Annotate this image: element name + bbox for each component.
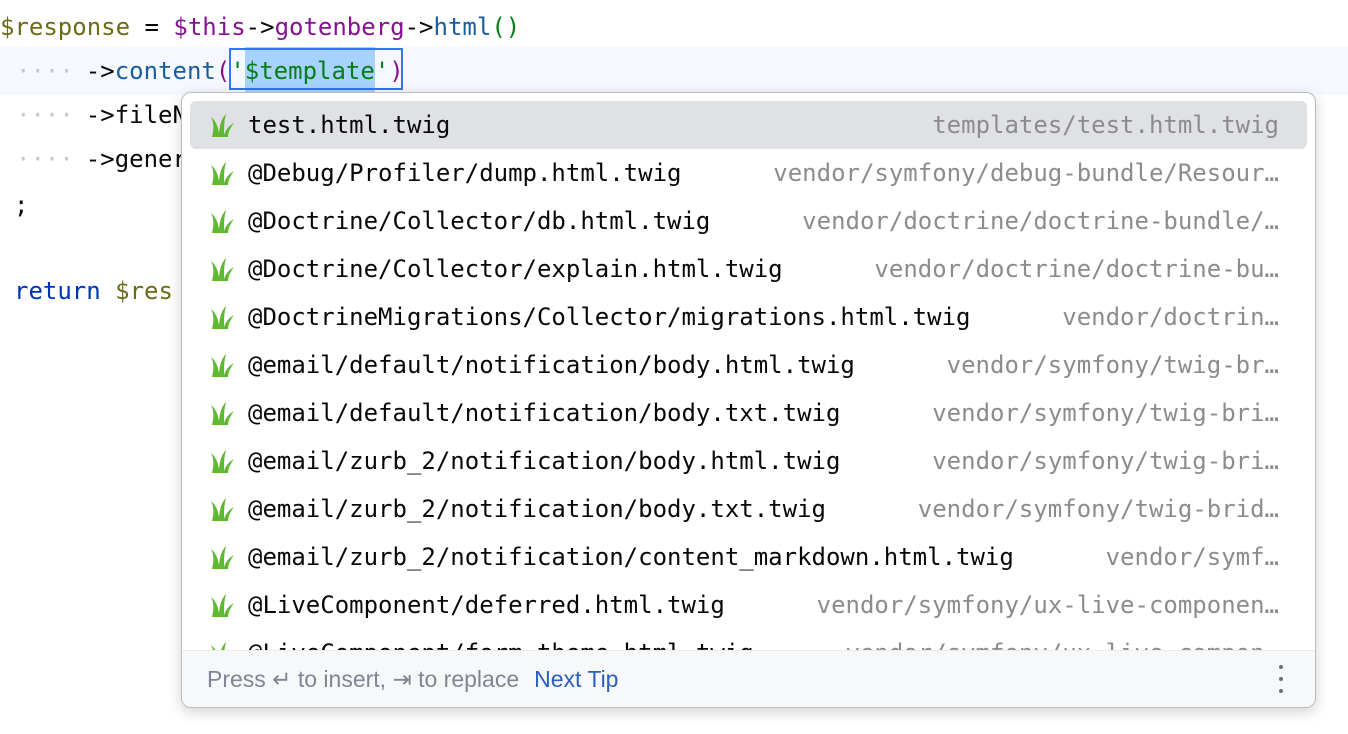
completion-item[interactable]: @email/zurb_2/notification/content_markd…	[190, 533, 1307, 581]
parentheses: ()	[491, 13, 521, 41]
semicolon: ;	[14, 191, 29, 219]
completion-item-name: @LiveComponent/deferred.html.twig	[248, 591, 725, 619]
completion-item-name: @Doctrine/Collector/db.html.twig	[248, 207, 711, 235]
twig-leaf-icon	[208, 591, 236, 619]
completion-item-path: vendor/symfony/twig-br…	[946, 351, 1279, 379]
completion-item-path: templates/test.html.twig	[932, 111, 1279, 139]
variable-response: $response	[0, 13, 131, 41]
arrow-operator: ->	[245, 13, 275, 41]
twig-leaf-icon	[208, 543, 236, 571]
completion-item[interactable]: @email/zurb_2/notification/body.html.twi…	[190, 437, 1307, 485]
completion-footer: Press ↵ to insert, ⇥ to replace Next Tip	[182, 650, 1315, 707]
completion-item-name: @DoctrineMigrations/Collector/migrations…	[248, 303, 971, 331]
completion-item[interactable]: test.html.twig templates/test.html.twig	[190, 101, 1307, 149]
completion-item-path: vendor/symfony/ux-live-componen…	[816, 591, 1279, 619]
completion-item-path: vendor/symfony/twig-bri…	[932, 399, 1279, 427]
indent-whitespace: ····	[16, 101, 74, 129]
insert-replace-hint: Press ↵ to insert, ⇥ to replace	[207, 665, 520, 692]
indent-whitespace: ····	[16, 57, 74, 85]
completion-item-path: vendor/doctrine/doctrine-bundle/…	[802, 207, 1279, 235]
twig-leaf-icon	[208, 255, 236, 283]
completion-item-path: vendor/doctrin…	[1062, 303, 1279, 331]
twig-leaf-icon	[208, 111, 236, 139]
completion-item-path: vendor/symfony/twig-brid…	[917, 495, 1279, 523]
completion-item[interactable]: @email/zurb_2/notification/body.txt.twig…	[190, 485, 1307, 533]
method-chain-fragment: ->fileN	[85, 101, 187, 129]
twig-leaf-icon	[208, 399, 236, 427]
completion-item-path: vendor/symfony/debug-bundle/Resour…	[773, 159, 1279, 187]
completion-item-name: test.html.twig	[248, 111, 451, 139]
completion-item-name: @email/zurb_2/notification/body.html.twi…	[248, 447, 841, 475]
completion-item-name: @Doctrine/Collector/explain.html.twig	[248, 255, 783, 283]
method-content: content	[114, 57, 216, 85]
completion-item[interactable]: @DoctrineMigrations/Collector/migrations…	[190, 293, 1307, 341]
selection-highlight-box	[229, 48, 403, 90]
method-chain-fragment: ->gener	[85, 145, 187, 173]
next-tip-link[interactable]: Next Tip	[534, 666, 618, 693]
assign-operator: =	[130, 13, 174, 41]
return-keyword: return	[14, 277, 101, 305]
completion-item-name: @Debug/Profiler/dump.html.twig	[248, 159, 682, 187]
property-gotenberg: gotenberg	[274, 13, 405, 41]
twig-leaf-icon	[208, 303, 236, 331]
twig-leaf-icon	[208, 351, 236, 379]
completion-item-name: @email/zurb_2/notification/body.txt.twig	[248, 495, 826, 523]
code-line-1: $response = $this->gotenberg->html()	[0, 3, 1348, 51]
completion-item[interactable]: @email/default/notification/body.html.tw…	[190, 341, 1307, 389]
twig-leaf-icon	[208, 159, 236, 187]
completion-item-name: @email/default/notification/body.txt.twi…	[248, 399, 841, 427]
completion-item[interactable]: @Doctrine/Collector/explain.html.twig ven…	[190, 245, 1307, 293]
completion-item-path: vendor/doctrine/doctrine-bu…	[874, 255, 1279, 283]
completion-item-name: @email/default/notification/body.html.tw…	[248, 351, 855, 379]
completion-item-name: @email/zurb_2/notification/content_markd…	[248, 543, 1014, 571]
method-html: html	[433, 13, 492, 41]
arrow-operator: ->	[85, 57, 115, 85]
variable-fragment: $res	[115, 277, 173, 305]
more-options-icon[interactable]	[1269, 665, 1293, 693]
completion-popup[interactable]: test.html.twig templates/test.html.twig @D…	[181, 92, 1316, 708]
completion-item[interactable]: @LiveComponent/deferred.html.twig vendor/…	[190, 581, 1307, 629]
completion-item[interactable]: @email/default/notification/body.txt.twi…	[190, 389, 1307, 437]
completion-item[interactable]: @LiveComponent/form_theme.html.twigvendo…	[190, 629, 1307, 651]
code-line-2: ···· ->content('$template')	[0, 47, 1348, 95]
indent-whitespace: ····	[16, 145, 74, 173]
completion-list[interactable]: test.html.twig templates/test.html.twig @D…	[182, 93, 1315, 651]
completion-item[interactable]: @Debug/Profiler/dump.html.twig vendor/sym…	[190, 149, 1307, 197]
completion-item-path: vendor/symfony/twig-bri…	[932, 447, 1279, 475]
this-keyword: $this	[173, 13, 246, 41]
twig-leaf-icon	[208, 447, 236, 475]
completion-item[interactable]: @Doctrine/Collector/db.html.twig vendor/d…	[190, 197, 1307, 245]
arrow-operator: ->	[404, 13, 434, 41]
completion-item-path: vendor/symf…	[1105, 543, 1279, 571]
twig-leaf-icon	[208, 495, 236, 523]
twig-leaf-icon	[208, 207, 236, 235]
